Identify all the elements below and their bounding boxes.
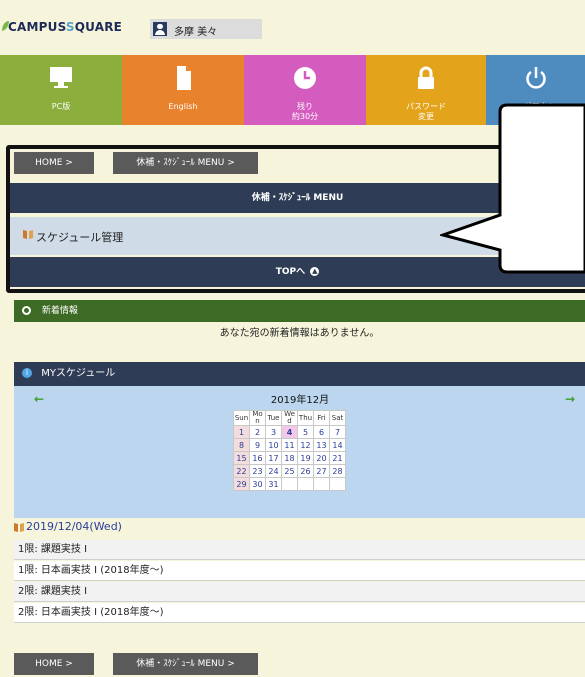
user-icon [153,22,167,36]
calendar-day-empty [329,477,346,491]
breadcrumb-menu-button[interactable]: 休補・ｽｹｼﾞｭｰﾙ MENU > [113,653,258,675]
calendar-day[interactable]: 13 [313,438,330,452]
calendar-day[interactable]: 6 [313,425,330,439]
calendar-day[interactable]: 7 [329,425,346,439]
lock-icon [418,66,434,89]
user-box: 多摩 美々 [150,19,262,39]
weekday-header: Tue [265,410,282,426]
breadcrumb-home-button[interactable]: HOME > [14,653,94,675]
campussquare-logo[interactable]: CAMPUSSQUARE [8,20,122,34]
schedule-entry[interactable]: 1限: 日本画実技 I (2018年度〜) [14,561,585,581]
pc-version-tile[interactable]: PC版 [0,55,122,125]
speech-bubble-callout [440,103,585,274]
document-icon [177,66,191,90]
calendar-week: 15 16 17 18 19 20 21 [233,451,346,465]
weekday-header: Thu [297,410,314,426]
magnifier-icon [22,306,31,315]
calendar-day[interactable]: 12 [297,438,314,452]
calendar-day[interactable]: 16 [249,451,266,465]
tile-sublabel: 約30分 [291,112,319,121]
english-tile[interactable]: English [122,55,244,125]
weekday-header: We d [281,410,298,426]
calendar-day[interactable]: 25 [281,464,298,478]
calendar-day[interactable]: 14 [329,438,346,452]
calendar-day[interactable]: 17 [265,451,282,465]
calendar-week: 22 23 24 25 26 27 28 [233,464,346,478]
calendar-day[interactable]: 10 [265,438,282,452]
selected-date-link[interactable]: 2019/12/04(Wed) [26,520,122,533]
weekday-header: Mo n [249,410,266,426]
book-icon [14,523,24,532]
calendar-day[interactable]: 23 [249,464,266,478]
calendar-week: 29 30 31 [233,477,346,491]
calendar-day[interactable]: 9 [249,438,266,452]
prev-month-arrow-icon[interactable]: ← [34,392,44,406]
calendar-day[interactable]: 28 [329,464,346,478]
calendar-day[interactable]: 29 [233,477,250,491]
calendar-day-empty [281,477,298,491]
monitor-icon [50,67,72,88]
weekday-row: Sun Mo n Tue We d Thu Fri Sat [233,410,346,426]
calendar-day[interactable]: 26 [297,464,314,478]
news-title: 新着情報 [41,306,78,316]
schedule-entry[interactable]: 2限: 日本画実技 I (2018年度〜) [14,603,585,623]
calendar-day[interactable]: 19 [297,451,314,465]
calendar-day-selected[interactable]: 4 [281,425,298,439]
calendar-day[interactable]: 20 [313,451,330,465]
schedule-entry[interactable]: 1限: 課題実技 I [14,540,585,560]
calendar-day[interactable]: 5 [297,425,314,439]
calendar-day-empty [297,477,314,491]
user-name: 多摩 美々 [174,27,218,38]
tile-label: English [168,102,198,111]
weekday-header: Fri [313,410,330,426]
calendar-day[interactable]: 18 [281,451,298,465]
calendar-day[interactable]: 27 [313,464,330,478]
calendar-day[interactable]: 30 [249,477,266,491]
calendar-grid: Sun Mo n Tue We d Thu Fri Sat 1 2 3 4 5 … [233,410,346,491]
calendar-day[interactable]: 11 [281,438,298,452]
news-message: あなた宛の新着情報はありません。 [14,322,585,346]
calendar-week: 8 9 10 11 12 13 14 [233,438,346,452]
tile-label: PC版 [51,102,71,111]
clock-icon [294,67,316,89]
calendar-day[interactable]: 15 [233,451,250,465]
calendar-day[interactable]: 31 [265,477,282,491]
calendar-day[interactable]: 8 [233,438,250,452]
schedule-entry[interactable]: 2限: 課題実技 I [14,582,585,602]
news-header: 新着情報 [14,300,585,322]
calendar-day[interactable]: 24 [265,464,282,478]
tile-label: 残り [297,102,313,111]
calendar-day[interactable]: 22 [233,464,250,478]
next-month-arrow-icon[interactable]: → [565,392,575,406]
weekday-header: Sat [329,410,346,426]
info-icon: i [22,368,32,378]
my-schedule-title: MYスケジュール [41,368,116,379]
calendar-week: 1 2 3 4 5 6 7 [233,425,346,439]
calendar-day[interactable]: 2 [249,425,266,439]
time-remaining-tile[interactable]: 残り 約30分 [244,55,366,125]
my-schedule-header: i MYスケジュール [14,362,585,386]
calendar-day[interactable]: 3 [265,425,282,439]
calendar-day[interactable]: 1 [233,425,250,439]
power-icon [525,67,546,89]
calendar-day[interactable]: 21 [329,451,346,465]
calendar-day-empty [313,477,330,491]
weekday-header: Sun [233,410,250,426]
calendar-month-label: 2019年12月 [270,395,330,406]
